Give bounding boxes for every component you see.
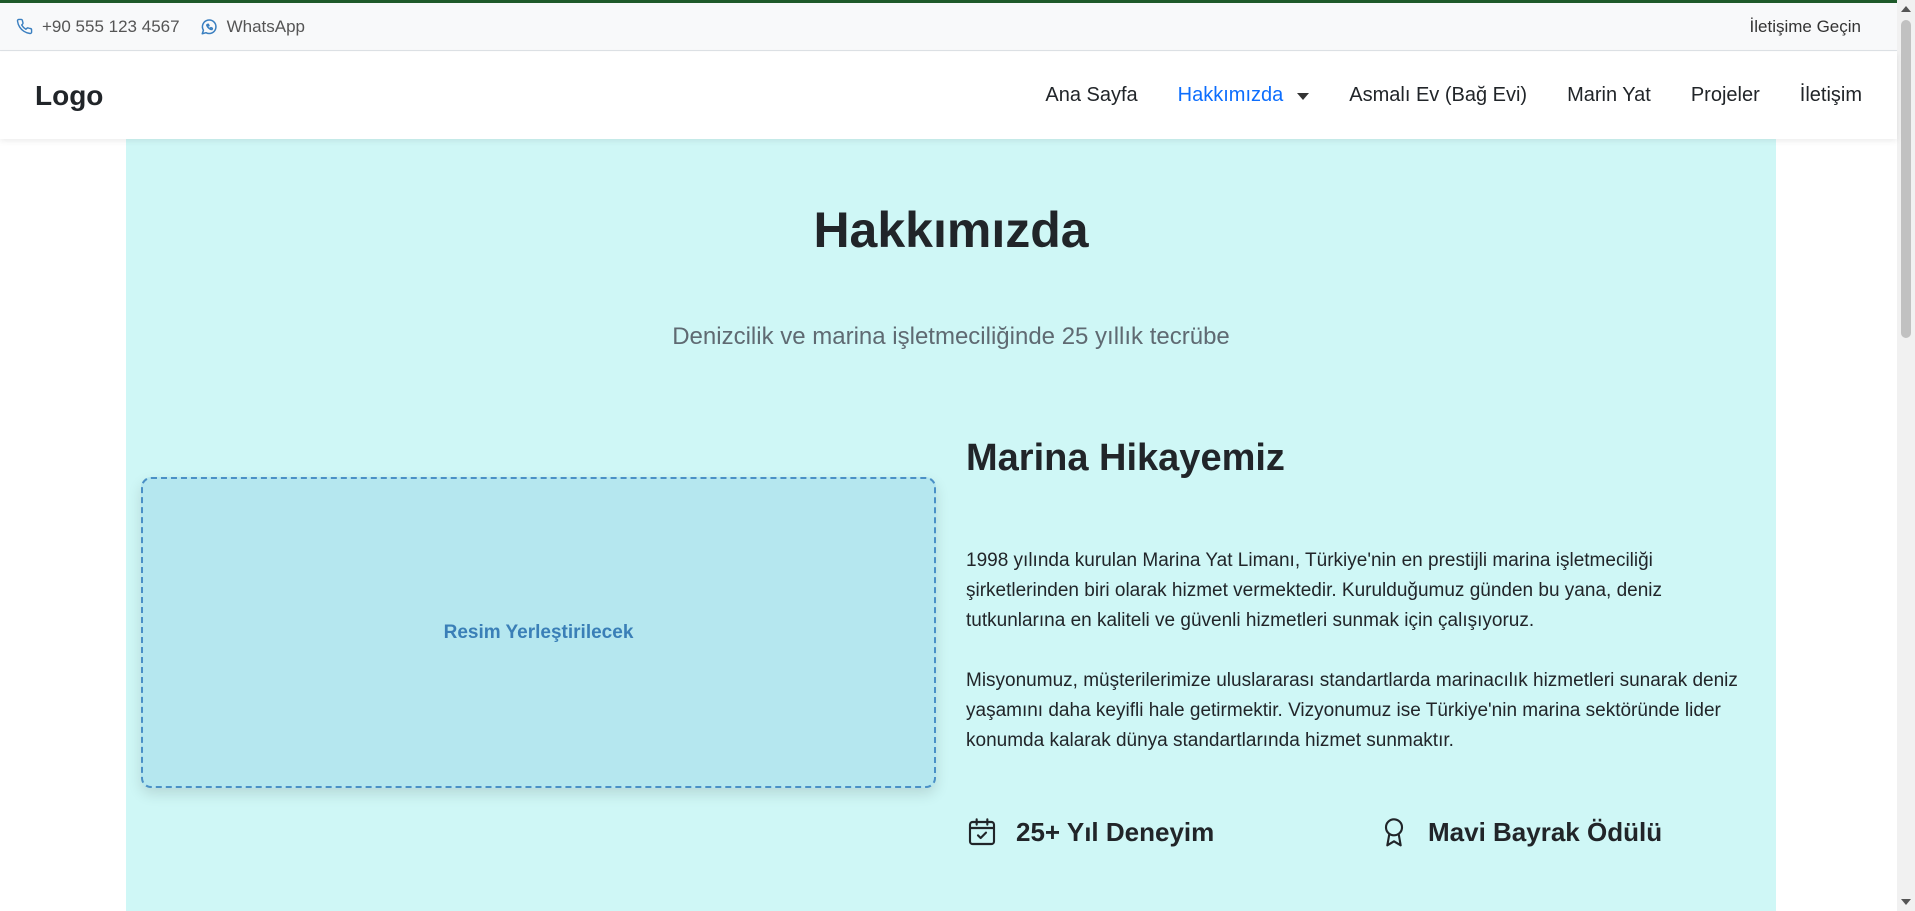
nav-item-ana-sayfa[interactable]: Ana Sayfa xyxy=(1045,84,1137,107)
feature-award-label: Mavi Bayrak Ödülü xyxy=(1428,816,1663,847)
feature-experience: 25+ Yıl Deneyim xyxy=(966,816,1214,848)
feature-experience-label: 25+ Yıl Deneyim xyxy=(1016,816,1215,847)
page-subtitle: Denizcilik ve marina işletmeciliğinde 25… xyxy=(672,323,1230,350)
whatsapp-link[interactable]: WhatsApp xyxy=(200,17,305,37)
story-paragraph-2: Misyonumuz, müşterilerimize uluslararası… xyxy=(966,670,1738,751)
story-paragraph-1: 1998 yılında kurulan Marina Yat Limanı, … xyxy=(966,550,1662,631)
scroll-up-arrow-icon[interactable] xyxy=(1901,6,1911,12)
main-navbar: Logo Ana Sayfa Hakkımızda Asmalı Ev (Bağ… xyxy=(0,52,1897,139)
feature-award: Mavi Bayrak Ödülü xyxy=(1378,816,1662,848)
whatsapp-label: WhatsApp xyxy=(226,16,305,36)
nav-item-projeler[interactable]: Projeler xyxy=(1691,84,1760,107)
nav-item-marin-yat[interactable]: Marin Yat xyxy=(1567,84,1651,107)
phone-link[interactable]: +90 555 123 4567 xyxy=(16,17,180,37)
whatsapp-icon xyxy=(201,18,217,34)
story-title: Marina Hikayemiz xyxy=(966,437,1285,479)
site-logo[interactable]: Logo xyxy=(35,80,103,112)
calendar-check-icon xyxy=(968,818,996,846)
award-icon xyxy=(1384,818,1404,847)
phone-number: +90 555 123 4567 xyxy=(42,16,180,36)
image-placeholder: Resim Yerleştirilecek xyxy=(141,477,936,788)
nav-menu: Ana Sayfa Hakkımızda Asmalı Ev (Bağ Evi)… xyxy=(1005,84,1862,107)
scroll-down-arrow-icon[interactable] xyxy=(1901,899,1911,905)
page-scrollbar[interactable] xyxy=(1897,0,1915,911)
scrollbar-thumb[interactable] xyxy=(1901,20,1911,338)
image-placeholder-label: Resim Yerleştirilecek xyxy=(443,621,634,643)
nav-item-asmali-ev[interactable]: Asmalı Ev (Bağ Evi) xyxy=(1349,84,1527,107)
top-contact-bar: +90 555 123 4567 WhatsApp İletişime Geçi… xyxy=(0,3,1897,51)
caret-down-icon xyxy=(1297,93,1310,100)
contact-link[interactable]: İletişime Geçin xyxy=(1750,17,1861,37)
about-section: Hakkımızda Denizcilik ve marina işletmec… xyxy=(126,139,1776,911)
phone-icon xyxy=(16,18,33,35)
nav-item-hakkimizda[interactable]: Hakkımızda xyxy=(1178,84,1310,107)
nav-item-iletisim[interactable]: İletişim xyxy=(1800,84,1862,107)
nav-item-hakkimizda-label: Hakkımızda xyxy=(1177,84,1284,106)
page-title: Hakkımızda xyxy=(813,202,1089,258)
